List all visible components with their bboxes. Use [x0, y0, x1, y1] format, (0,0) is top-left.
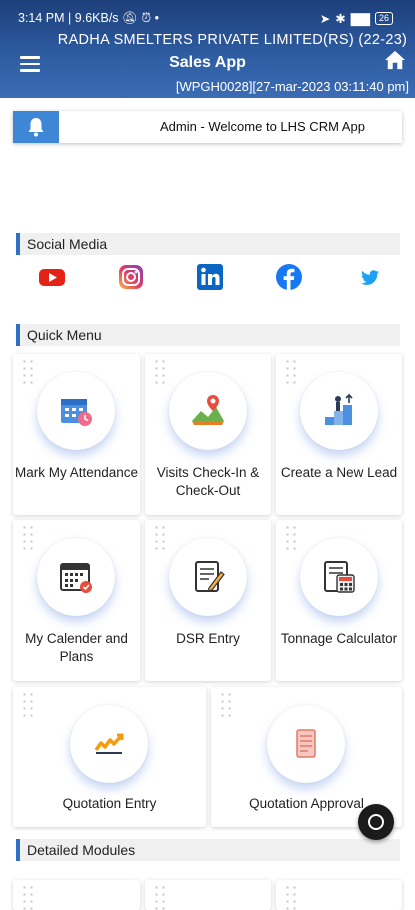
tile-dsr-entry[interactable]: DSR Entry: [145, 520, 271, 681]
section-quick-menu: Quick Menu: [16, 324, 400, 346]
section-social-media: Social Media: [16, 233, 400, 255]
tile-detailed-module[interactable]: [145, 880, 271, 910]
alarm-icon: ⏰︎: [141, 10, 152, 25]
approval-document-icon: [267, 705, 345, 783]
tile-label: Quotation Entry: [62, 796, 157, 811]
tile-label: Visits Check-In & Check-Out: [156, 465, 260, 498]
notification-button[interactable]: [13, 111, 59, 143]
tile-label: My Calender and Plans: [25, 631, 128, 664]
session-info: [WPGH0028][27-mar-2023 03:11:40 pm]: [175, 79, 409, 94]
floating-assistive-button[interactable]: [358, 804, 394, 840]
tile-visits-check-in[interactable]: Visits Check-In & Check-Out: [145, 354, 271, 515]
bell-icon: [28, 118, 44, 137]
instagram-icon[interactable]: [116, 262, 146, 292]
tile-label: Mark My Attendance: [14, 465, 139, 480]
tile-detailed-module[interactable]: [276, 880, 402, 910]
mute-icon: 🔕︎: [122, 10, 138, 25]
notification-ticker[interactable]: Admin - Welcome to LHS CRM App: [13, 111, 402, 143]
page-title: Sales App: [169, 54, 246, 71]
ticker-message: Admin - Welcome to LHS CRM App: [160, 119, 365, 134]
linkedin-icon[interactable]: [195, 262, 225, 292]
section-detailed-modules: Detailed Modules: [16, 839, 400, 861]
attendance-icon: [37, 372, 115, 450]
battery-icon: 26: [374, 11, 393, 25]
company-name: RADHA SMELTERS PRIVATE LIMITED(RS) (22-2…: [57, 32, 408, 48]
bluetooth-icon: ✱: [335, 11, 346, 26]
status-right: ➤ ✱ ▇▇ 26: [320, 11, 393, 26]
tile-label: Create a New Lead: [280, 465, 398, 480]
clock: 3:14 PM: [18, 10, 65, 25]
document-edit-icon: [169, 538, 247, 616]
tile-quotation-entry[interactable]: Quotation Entry: [13, 687, 206, 827]
tile-detailed-module[interactable]: [13, 880, 140, 910]
tile-label: DSR Entry: [176, 631, 240, 646]
status-left: 3:14 PM | 9.6KB/s 🔕︎ ⏰︎ •: [18, 10, 160, 25]
signal-icon: ▇▇: [350, 11, 370, 26]
app-header: 3:14 PM | 9.6KB/s 🔕︎ ⏰︎ • ➤ ✱ ▇▇ 26 RADH…: [0, 0, 415, 98]
youtube-icon[interactable]: [37, 262, 67, 292]
map-pin-icon: [169, 372, 247, 450]
lead-icon: [300, 372, 378, 450]
quotation-icon: [70, 705, 148, 783]
home-icon[interactable]: [384, 50, 406, 70]
tile-calender-plans[interactable]: My Calender and Plans: [13, 520, 140, 681]
status-bar: 3:14 PM | 9.6KB/s 🔕︎ ⏰︎ • ➤ ✱ ▇▇ 26: [18, 8, 393, 28]
calculator-icon: [300, 538, 378, 616]
facebook-icon[interactable]: [274, 262, 304, 292]
dot-icon: •: [154, 10, 160, 25]
tile-create-lead[interactable]: Create a New Lead: [276, 354, 402, 515]
twitter-icon[interactable]: [355, 262, 385, 292]
tile-label: Tonnage Calculator: [280, 631, 398, 646]
location-icon: ➤: [319, 11, 331, 26]
network-speed: 9.6KB/s: [74, 10, 119, 25]
tile-mark-attendance[interactable]: Mark My Attendance: [13, 354, 140, 515]
tile-tonnage-calculator[interactable]: Tonnage Calculator: [276, 520, 402, 681]
calendar-icon: [37, 538, 115, 616]
social-links: [0, 262, 415, 292]
